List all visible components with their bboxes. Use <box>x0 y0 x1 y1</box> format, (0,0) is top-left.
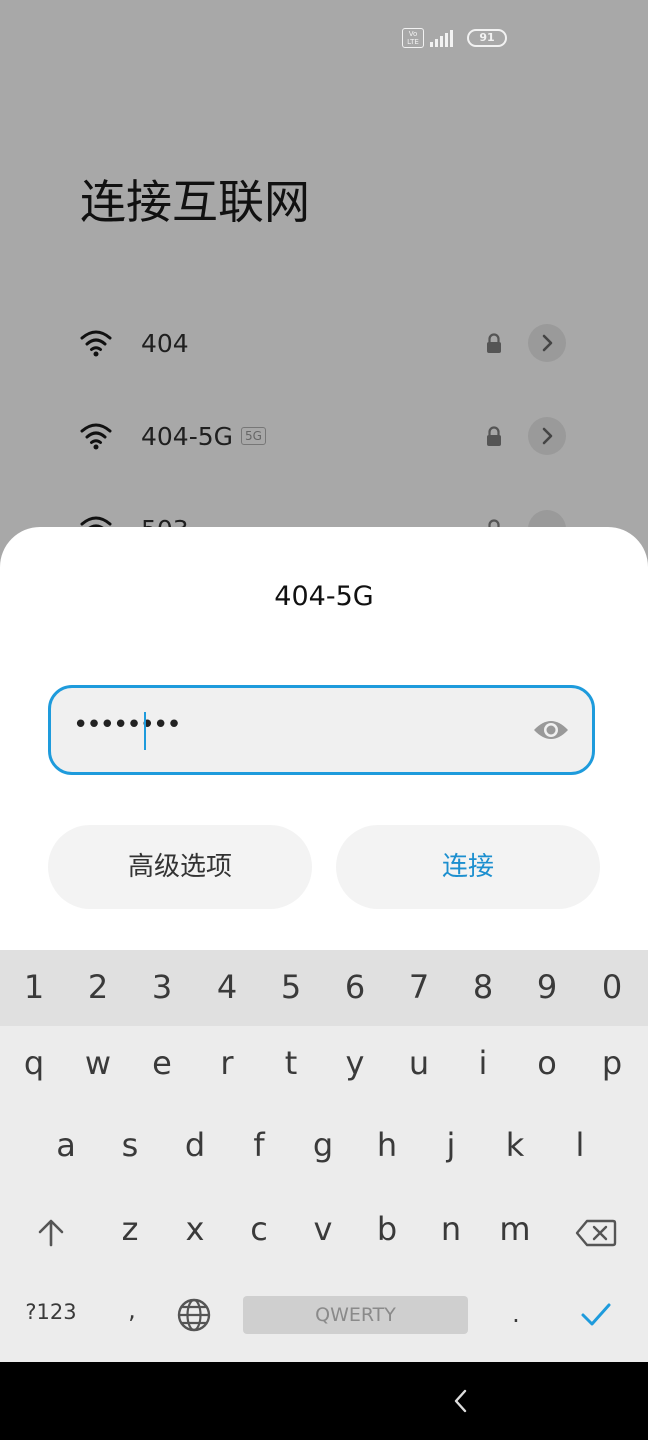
password-field[interactable]: •••••••• <box>48 685 595 775</box>
key-c[interactable]: c <box>229 1210 289 1248</box>
network-name: 404-5G 5G <box>141 422 266 451</box>
key-l[interactable]: l <box>550 1126 610 1164</box>
key-4[interactable]: 4 <box>197 968 257 1006</box>
key-j[interactable]: j <box>421 1126 481 1164</box>
key-o[interactable]: o <box>517 1044 577 1082</box>
key-z[interactable]: z <box>100 1210 160 1248</box>
key-1[interactable]: 1 <box>4 968 64 1006</box>
key-8[interactable]: 8 <box>453 968 513 1006</box>
key-3[interactable]: 3 <box>132 968 192 1006</box>
symbols-key[interactable]: ?123 <box>20 1300 82 1324</box>
key-f[interactable]: f <box>229 1126 289 1164</box>
key-i[interactable]: i <box>453 1044 513 1082</box>
key-s[interactable]: s <box>100 1126 160 1164</box>
battery-icon: 91 <box>467 29 507 47</box>
key-5[interactable]: 5 <box>261 968 321 1006</box>
dialog-title: 404-5G <box>274 581 374 612</box>
lock-icon <box>487 426 501 446</box>
key-x[interactable]: x <box>165 1210 225 1248</box>
key-n[interactable]: n <box>421 1210 481 1248</box>
backspace-icon[interactable] <box>575 1218 617 1248</box>
navigation-bar <box>0 1362 648 1440</box>
password-value: •••••••• <box>73 710 182 740</box>
key-0[interactable]: 0 <box>582 968 642 1006</box>
network-row-404-5g[interactable]: 404-5G 5G <box>80 406 570 466</box>
key-w[interactable]: w <box>68 1044 128 1082</box>
space-key[interactable]: QWERTY <box>243 1296 468 1334</box>
checkmark-icon[interactable] <box>580 1298 612 1330</box>
advanced-options-button[interactable]: 高级选项 <box>48 825 312 909</box>
key-t[interactable]: t <box>261 1044 321 1082</box>
key-k[interactable]: k <box>485 1126 545 1164</box>
network-details-button[interactable] <box>528 417 566 455</box>
shift-icon[interactable] <box>35 1217 67 1249</box>
key-9[interactable]: 9 <box>517 968 577 1006</box>
volte-text: Vo <box>408 30 418 38</box>
key-u[interactable]: u <box>389 1044 449 1082</box>
key-h[interactable]: h <box>357 1126 417 1164</box>
key-d[interactable]: d <box>165 1126 225 1164</box>
key-e[interactable]: e <box>132 1044 192 1082</box>
volte-icon: Vo LTE <box>402 28 424 48</box>
connect-button[interactable]: 连接 <box>336 825 600 909</box>
band-badge: 5G <box>241 427 266 445</box>
key-a[interactable]: a <box>36 1126 96 1164</box>
key-r[interactable]: r <box>197 1044 257 1082</box>
key-q[interactable]: q <box>4 1044 64 1082</box>
signal-icon <box>430 29 453 47</box>
wifi-icon <box>80 423 112 450</box>
back-icon[interactable] <box>452 1388 470 1414</box>
comma-key[interactable]: , <box>102 1296 162 1324</box>
period-key[interactable]: . <box>486 1300 546 1328</box>
key-m[interactable]: m <box>485 1210 545 1248</box>
key-2[interactable]: 2 <box>68 968 128 1006</box>
key-p[interactable]: p <box>582 1044 642 1082</box>
battery-level: 91 <box>479 31 495 44</box>
text-caret <box>144 712 146 750</box>
key-7[interactable]: 7 <box>389 968 449 1006</box>
network-details-button[interactable] <box>528 324 566 362</box>
network-row-404[interactable]: 404 <box>80 313 570 373</box>
network-name: 404 <box>141 329 189 358</box>
chevron-right-icon <box>542 427 553 445</box>
keyboard: 1 2 3 4 5 6 7 8 9 0 q w e r t y u i o p … <box>0 950 648 1362</box>
key-g[interactable]: g <box>293 1126 353 1164</box>
chevron-right-icon <box>542 334 553 352</box>
lte-text: LTE <box>407 38 419 46</box>
lock-icon <box>487 333 501 353</box>
wifi-icon <box>80 330 112 357</box>
globe-icon[interactable] <box>176 1297 212 1333</box>
password-dialog: 404-5G •••••••• 高级选项 连接 <box>0 527 648 950</box>
key-6[interactable]: 6 <box>325 968 385 1006</box>
network-name-text: 404-5G <box>141 421 234 451</box>
key-v[interactable]: v <box>293 1210 353 1248</box>
key-y[interactable]: y <box>325 1044 385 1082</box>
status-bar: Vo LTE 91 <box>402 28 507 48</box>
network-name-text: 404 <box>141 328 189 358</box>
eye-icon[interactable] <box>532 716 570 744</box>
page-title: 连接互联网 <box>80 175 310 229</box>
key-b[interactable]: b <box>357 1210 417 1248</box>
